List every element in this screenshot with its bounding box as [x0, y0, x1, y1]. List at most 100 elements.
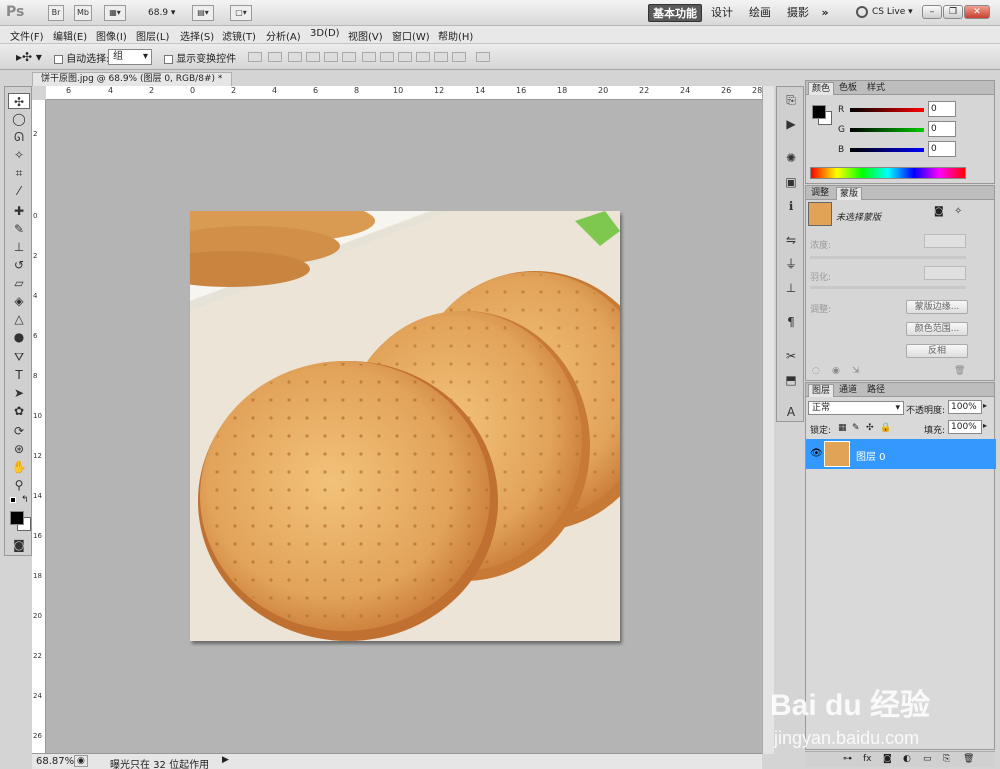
delete-mask-icon[interactable]: 🗑 [954, 366, 965, 376]
minimize-button[interactable]: – [922, 5, 942, 19]
feather-slider[interactable] [810, 286, 966, 289]
restore-button[interactable]: ❐ [943, 5, 963, 19]
screen-mode-icon[interactable]: ▢▾ [230, 5, 252, 21]
workspace-basic-button[interactable]: 基本功能 [648, 4, 702, 22]
align-bottom-icon[interactable] [288, 52, 302, 62]
menu-filter[interactable]: 滤镜(T) [222, 28, 256, 43]
mask-edge-button[interactable]: 蒙版边缘... [906, 300, 968, 314]
lock-position-icon[interactable]: ✣ [866, 423, 874, 433]
path-selection-tool-icon[interactable]: ➤ [8, 385, 30, 401]
distribute-left-icon[interactable] [416, 52, 430, 62]
tools-presets-icon[interactable]: ✂ [782, 349, 800, 363]
red-slider[interactable] [850, 108, 924, 112]
tab-layers[interactable]: 图层 [808, 384, 835, 397]
dodge-tool-icon[interactable]: ● [8, 329, 30, 345]
tab-adjustments[interactable]: 调整 [808, 187, 832, 200]
tab-masks[interactable]: 蒙版 [836, 187, 863, 200]
marquee-tool-icon[interactable]: ◯ [8, 111, 30, 127]
tab-color[interactable]: 颜色 [808, 82, 835, 95]
zoom-level-dropdown[interactable]: 68.9 ▾ [148, 8, 175, 18]
mask-visibility-icon[interactable]: ◉ [832, 366, 840, 376]
status-zoom-field[interactable]: 68.87% [36, 756, 74, 767]
canvas-vertical-scrollbar[interactable] [762, 86, 774, 754]
paragraph-panel-icon[interactable]: ¶ [782, 315, 800, 329]
auto-select-checkbox[interactable]: 自动选择: [54, 50, 110, 65]
status-menu-arrow-icon[interactable]: ▶ [222, 755, 229, 765]
green-slider[interactable] [850, 128, 924, 132]
new-layer-icon[interactable]: ⎘ [943, 754, 950, 764]
menu-3d[interactable]: 3D(D) [310, 28, 340, 39]
auto-align-layers-icon[interactable] [476, 52, 490, 62]
opacity-arrow-icon[interactable]: ▸ [983, 401, 987, 410]
blur-tool-icon[interactable]: △ [8, 311, 30, 327]
paint-bucket-tool-icon[interactable]: ◈ [8, 293, 30, 309]
clone-stamp-tool-icon[interactable]: ⊥ [8, 239, 30, 255]
arrange-documents-icon[interactable]: ▤▾ [192, 5, 214, 21]
document-tab[interactable]: 饼干原图.jpg @ 68.9% (图层 0, RGB/8#) * × [32, 72, 232, 98]
new-group-icon[interactable]: ▭ [923, 754, 932, 764]
info-panel-icon[interactable]: ℹ [782, 199, 800, 213]
distribute-hcenter-icon[interactable] [434, 52, 448, 62]
align-right-icon[interactable] [342, 52, 356, 62]
quick-selection-tool-icon[interactable]: ✧ [8, 147, 30, 163]
status-info-icon[interactable]: ◉ [74, 755, 88, 767]
align-hcenter-icon[interactable] [324, 52, 338, 62]
menu-help[interactable]: 帮助(H) [438, 28, 473, 43]
crop-tool-icon[interactable]: ⌗ [8, 165, 30, 181]
delete-layer-icon[interactable]: 🗑 [963, 754, 974, 764]
invert-button[interactable]: 反相 [906, 344, 968, 358]
feather-input[interactable] [924, 266, 966, 280]
apply-mask-icon[interactable]: ⇲ [852, 366, 860, 376]
clone-source-panel-icon[interactable]: ▣ [782, 175, 800, 189]
distribute-bottom-icon[interactable] [398, 52, 412, 62]
history-panel-icon[interactable]: ⎘ [782, 93, 800, 107]
blue-slider[interactable] [850, 148, 924, 152]
green-value-input[interactable]: 0 [928, 121, 956, 137]
workspace-photography-button[interactable]: 摄影 [784, 4, 812, 22]
menu-view[interactable]: 视图(V) [348, 28, 383, 43]
distribute-vcenter-icon[interactable] [380, 52, 394, 62]
hand-tool-icon[interactable]: ✋ [8, 459, 30, 475]
mini-bridge-button[interactable]: Mb [74, 5, 92, 21]
menu-layer[interactable]: 图层(L) [136, 28, 169, 43]
layer-row[interactable]: 👁 图层 0 [806, 439, 996, 469]
3d-orbit-tool-icon[interactable]: ⊛ [8, 441, 30, 457]
usb-panel-icon[interactable]: ⏚ [782, 257, 800, 271]
type-tool-icon[interactable]: T [8, 367, 30, 383]
layer-style-icon[interactable]: fx [863, 754, 872, 764]
cs-live-button[interactable]: CS Live ▾ [872, 7, 913, 17]
healing-brush-tool-icon[interactable]: ✚ [8, 203, 30, 219]
density-slider[interactable] [810, 256, 966, 259]
workspace-painting-button[interactable]: 绘画 [746, 4, 774, 22]
3d-rotate-tool-icon[interactable]: ⟳ [8, 423, 30, 439]
auto-select-dropdown[interactable]: 组 ▾ [108, 49, 152, 65]
align-left-icon[interactable] [306, 52, 320, 62]
tab-styles[interactable]: 样式 [864, 82, 888, 95]
menu-edit[interactable]: 编辑(E) [53, 28, 87, 43]
close-window-button[interactable]: ✕ [964, 5, 990, 19]
pen-tool-icon[interactable]: ⛛ [8, 349, 30, 365]
move-tool-preset-icon[interactable]: ▸✣ ▾ [16, 50, 42, 64]
layer-visibility-eye-icon[interactable]: 👁 [810, 448, 823, 459]
quick-mask-icon[interactable]: ◙ [8, 537, 30, 553]
distribute-top-icon[interactable] [362, 52, 376, 62]
brushes-panel-icon[interactable]: ✺ [782, 151, 800, 165]
stamp-panel-icon[interactable]: ⊥ [782, 281, 800, 295]
default-colors-icon[interactable] [10, 497, 16, 503]
lock-all-icon[interactable]: 🔒 [880, 423, 891, 433]
zoom-tool-icon[interactable]: ⚲ [8, 477, 30, 493]
menu-analysis[interactable]: 分析(A) [266, 28, 301, 43]
add-mask-icon[interactable]: ◙ [883, 754, 892, 764]
adjust-panel-icon[interactable]: ⇋ [782, 233, 800, 247]
tab-channels[interactable]: 通道 [836, 384, 860, 397]
menu-file[interactable]: 文件(F) [10, 28, 44, 43]
actions-panel-icon[interactable]: ▶ [782, 117, 800, 131]
color-spectrum-ramp[interactable] [810, 167, 966, 179]
show-transform-checkbox[interactable]: 显示变换控件 [164, 50, 236, 65]
lasso-tool-icon[interactable]: ᘏ [8, 129, 30, 145]
3d-panel-icon[interactable]: ⬒ [782, 373, 800, 387]
workspace-design-button[interactable]: 设计 [708, 4, 736, 22]
history-brush-tool-icon[interactable]: ↺ [8, 257, 30, 273]
eraser-tool-icon[interactable]: ▱ [8, 275, 30, 291]
move-tool-icon[interactable]: ✣ [8, 93, 30, 109]
